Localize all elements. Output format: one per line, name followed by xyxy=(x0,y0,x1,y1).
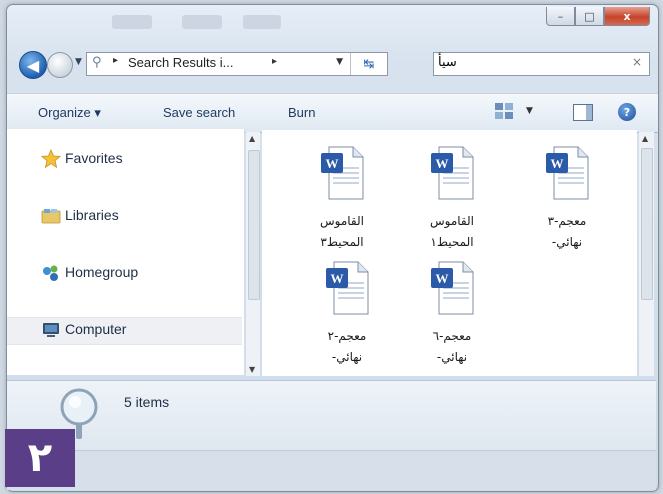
file-item[interactable]: W معجم-٣ نهائي- xyxy=(512,145,622,253)
breadcrumb-path[interactable]: Search Results i... xyxy=(128,55,234,70)
scroll-up-icon[interactable]: ▲ xyxy=(249,134,255,143)
breadcrumb-separator[interactable]: ▸ xyxy=(272,56,277,67)
nav-item-homegroup[interactable]: Homegroup xyxy=(7,261,242,287)
refresh-icon[interactable]: ↹ xyxy=(350,53,387,75)
details-pane: 5 items xyxy=(7,380,656,451)
command-bar: Organize ▾ Save search Burn ▼ ? xyxy=(7,93,658,133)
file-item[interactable]: W القاموس المحيط١ xyxy=(397,145,507,253)
nav-item-favorites[interactable]: Favorites xyxy=(7,147,242,173)
address-dropdown-icon[interactable]: ▼ xyxy=(336,57,343,67)
nav-item-libraries[interactable]: Libraries xyxy=(7,204,242,230)
file-name: معجم-٦ نهائي- xyxy=(432,329,472,364)
recent-pages-dropdown-icon[interactable]: ▼ xyxy=(75,57,82,67)
status-bar xyxy=(7,450,656,490)
change-view-icon[interactable] xyxy=(495,103,513,119)
file-item[interactable]: W القاموس المحيط٣ xyxy=(287,145,397,253)
file-list-scrollbar[interactable]: ▲ xyxy=(639,132,654,376)
word-document-icon: W xyxy=(431,261,474,315)
computer-icon xyxy=(43,323,59,337)
back-button[interactable]: ◀ xyxy=(19,51,47,79)
file-name: القاموس المحيط٣ xyxy=(320,214,364,249)
nav-item-label: Libraries xyxy=(65,207,119,223)
file-name: معجم-٣ نهائي- xyxy=(547,214,587,249)
svg-text:W: W xyxy=(331,271,344,286)
file-list: W القاموسالمحيط٣ W القاموسالمحيط١ W مع xyxy=(262,130,637,376)
svg-text:W: W xyxy=(436,271,449,286)
libraries-icon xyxy=(41,209,61,224)
back-arrow-icon: ◀ xyxy=(26,55,40,75)
search-input[interactable]: سيأ xyxy=(438,55,457,70)
save-search-button[interactable]: Save search xyxy=(163,105,235,120)
caption-buttons: – □ x xyxy=(546,7,650,26)
quick-access-icon[interactable] xyxy=(182,15,222,29)
navigation-row: ◀ ▼ ⚲ ▸ Search Results i... ▸ ▼ ↹ سيأ × xyxy=(7,49,658,79)
homegroup-icon xyxy=(43,265,58,281)
quick-access-icon[interactable] xyxy=(112,15,152,29)
organize-button[interactable]: Organize ▾ xyxy=(38,105,101,121)
file-name: معجم-٢ نهائي- xyxy=(327,329,367,364)
address-bar[interactable]: ⚲ ▸ Search Results i... ▸ ▼ ↹ xyxy=(86,52,388,76)
star-icon xyxy=(41,149,61,169)
search-box[interactable]: سيأ × xyxy=(433,52,650,76)
file-item[interactable]: W معجم-٢ نهائي- xyxy=(292,260,402,368)
title-bar: – □ x xyxy=(7,5,658,43)
preview-pane-icon[interactable] xyxy=(573,104,593,121)
scroll-up-icon[interactable]: ▲ xyxy=(642,134,648,143)
navigation-scrollbar[interactable]: ▲ ▼ xyxy=(246,132,260,376)
maximize-button[interactable]: □ xyxy=(575,7,604,26)
word-document-icon: W xyxy=(321,146,364,200)
clear-search-icon[interactable]: × xyxy=(632,55,642,69)
nav-item-computer[interactable]: Computer xyxy=(7,317,242,345)
forward-button[interactable] xyxy=(47,52,73,78)
file-item[interactable]: W معجم-٦ نهائي- xyxy=(397,260,507,368)
nav-item-label: Homegroup xyxy=(65,264,139,280)
file-name: القاموس المحيط١ xyxy=(430,214,474,249)
word-document-icon: W xyxy=(326,261,369,315)
scroll-down-icon[interactable]: ▼ xyxy=(249,365,255,374)
scrollbar-thumb[interactable] xyxy=(641,148,653,300)
word-document-icon: W xyxy=(546,146,589,200)
breadcrumb-separator[interactable]: ▸ xyxy=(113,55,118,66)
svg-text:W: W xyxy=(551,156,564,171)
word-document-icon: W xyxy=(431,146,474,200)
navigation-pane: Favorites Libraries Homegroup Computer xyxy=(7,129,245,375)
item-count: 5 items xyxy=(124,394,170,410)
search-icon: ⚲ xyxy=(92,55,102,70)
minimize-button[interactable]: – xyxy=(546,7,575,26)
quick-access-icon[interactable] xyxy=(243,15,281,29)
help-icon[interactable]: ? xyxy=(618,103,636,121)
svg-text:W: W xyxy=(436,156,449,171)
step-number-badge: ٢ xyxy=(5,429,75,487)
view-dropdown-icon[interactable]: ▼ xyxy=(526,106,533,116)
scrollbar-thumb[interactable] xyxy=(248,150,260,300)
close-button[interactable]: x xyxy=(604,7,650,26)
nav-item-label: Computer xyxy=(65,321,127,337)
svg-text:W: W xyxy=(326,156,339,171)
nav-item-label: Favorites xyxy=(65,150,123,166)
burn-button[interactable]: Burn xyxy=(288,105,315,120)
